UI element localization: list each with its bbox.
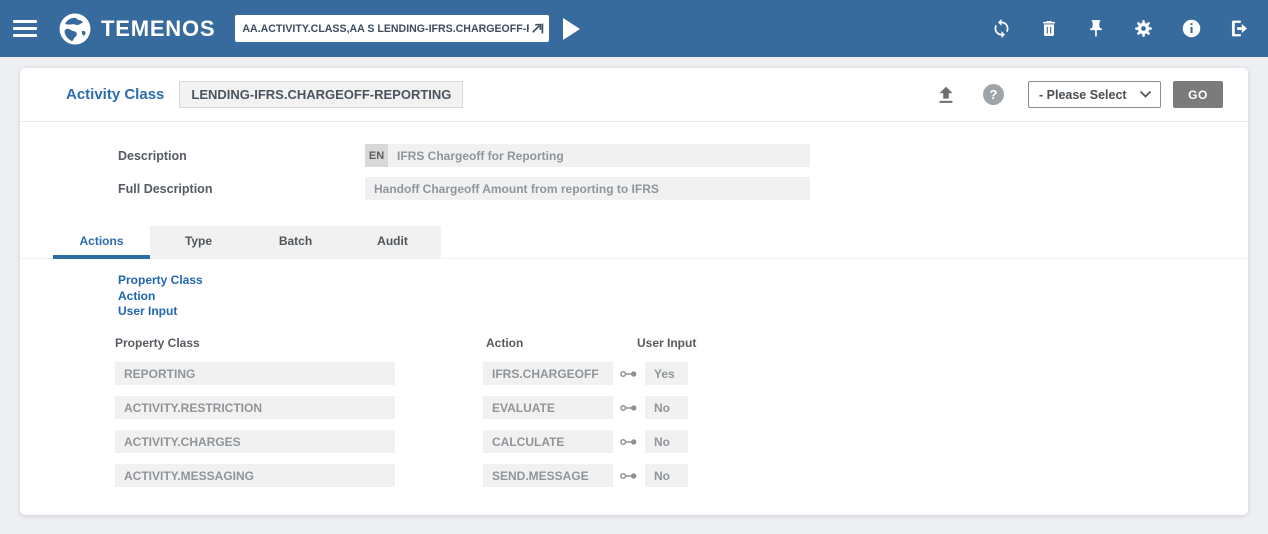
tab-type[interactable]: Type [150, 226, 247, 259]
property-class-field: ACTIVITY.CHARGES [115, 430, 395, 453]
temenos-logo[interactable]: TEMENOS [57, 11, 215, 47]
column-header-action: Action [486, 336, 637, 350]
tab-bar: Actions Type Batch Audit [20, 226, 1248, 259]
full-description-value-wrap: Handoff Chargeoff Amount from reporting … [365, 177, 810, 200]
table-header-row: Property Class Action User Input [115, 336, 1248, 350]
refresh-icon[interactable] [991, 18, 1012, 39]
help-icon[interactable]: ? [983, 84, 1004, 105]
action-field: EVALUATE [483, 396, 613, 419]
quick-link-property-class[interactable]: Property Class [118, 273, 1248, 289]
version-select[interactable]: - Please Select [1028, 81, 1161, 108]
upload-icon[interactable] [935, 84, 957, 106]
table-row: ACTIVITY.RESTRICTION EVALUATE No [115, 396, 1248, 419]
quick-link-action[interactable]: Action [118, 289, 1248, 305]
globe-icon [57, 11, 93, 47]
description-value: IFRS Chargeoff for Reporting [388, 144, 810, 167]
record-id: LENDING-IFRS.CHARGEOFF-REPORTING [179, 81, 463, 108]
user-input-field: Yes [645, 362, 688, 385]
record-card: Activity Class LENDING-IFRS.CHARGEOFF-RE… [20, 68, 1248, 515]
record-header: Activity Class LENDING-IFRS.CHARGEOFF-RE… [20, 68, 1248, 122]
command-line-wrapper [235, 15, 549, 42]
table-row: ACTIVITY.CHARGES CALCULATE No [115, 430, 1248, 453]
description-value-wrap: EN IFRS Chargeoff for Reporting [365, 144, 810, 167]
property-class-field: REPORTING [115, 362, 395, 385]
language-badge: EN [365, 144, 388, 167]
description-row: Description EN IFRS Chargeoff for Report… [118, 144, 1248, 167]
page-title: Activity Class [66, 86, 164, 103]
delete-icon[interactable] [1039, 18, 1059, 39]
logout-icon[interactable] [1229, 18, 1250, 39]
full-description-row: Full Description Handoff Chargeoff Amoun… [118, 177, 1248, 200]
pin-icon[interactable] [1086, 18, 1106, 39]
command-line-input[interactable] [242, 23, 529, 35]
menu-icon[interactable] [13, 16, 37, 41]
tab-actions[interactable]: Actions [53, 226, 150, 259]
link-icon[interactable] [620, 437, 637, 447]
link-icon[interactable] [620, 403, 637, 413]
settings-gear-icon[interactable] [1133, 18, 1154, 39]
action-field: CALCULATE [483, 430, 613, 453]
tab-batch[interactable]: Batch [247, 226, 344, 259]
brand-name: TEMENOS [101, 16, 215, 42]
go-button[interactable]: GO [1173, 81, 1223, 108]
quick-links: Property Class Action User Input [118, 273, 1248, 320]
link-icon[interactable] [620, 369, 637, 379]
version-select-value: - Please Select [1039, 88, 1127, 102]
full-description-value: Handoff Chargeoff Amount from reporting … [365, 177, 810, 200]
field-section: Description EN IFRS Chargeoff for Report… [20, 122, 1248, 200]
quick-link-user-input[interactable]: User Input [118, 304, 1248, 320]
table-row: ACTIVITY.MESSAGING SEND.MESSAGE No [115, 464, 1248, 487]
user-input-field: No [645, 464, 688, 487]
table-body: REPORTING IFRS.CHARGEOFF Yes ACTIVITY.RE… [20, 362, 1248, 487]
run-command-icon[interactable] [559, 16, 583, 42]
user-input-field: No [645, 396, 688, 419]
action-field: IFRS.CHARGEOFF [483, 362, 613, 385]
topbar-actions [991, 18, 1250, 39]
user-input-field: No [645, 430, 688, 453]
info-icon[interactable] [1181, 18, 1202, 39]
top-bar: TEMENOS [0, 0, 1268, 57]
table-row: REPORTING IFRS.CHARGEOFF Yes [115, 362, 1248, 385]
full-description-label: Full Description [118, 182, 365, 196]
description-label: Description [118, 149, 365, 163]
property-class-field: ACTIVITY.MESSAGING [115, 464, 395, 487]
header-toolbar: ? - Please Select GO [935, 81, 1223, 108]
launch-icon[interactable] [529, 21, 544, 36]
column-header-user-input: User Input [637, 336, 696, 350]
action-field: SEND.MESSAGE [483, 464, 613, 487]
property-class-field: ACTIVITY.RESTRICTION [115, 396, 395, 419]
column-header-property-class: Property Class [115, 336, 486, 350]
tab-audit[interactable]: Audit [344, 226, 441, 259]
link-icon[interactable] [620, 471, 637, 481]
chevron-down-icon [1139, 90, 1152, 99]
